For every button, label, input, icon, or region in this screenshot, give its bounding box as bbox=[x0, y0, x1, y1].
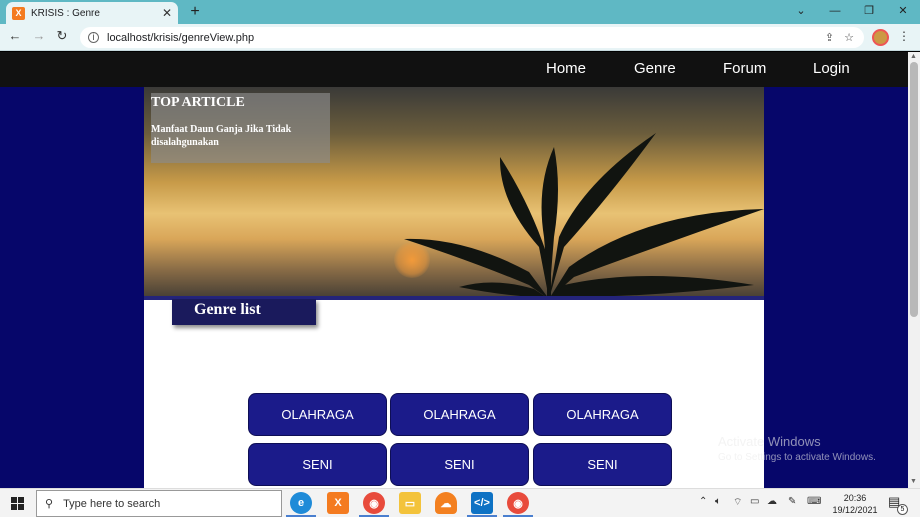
volume-icon[interactable]: 🔈︎ bbox=[715, 496, 721, 507]
window-controls: ⌄ — ❐ ✕ bbox=[784, 0, 920, 24]
browser-toolbar: ← → ↻ i localhost/krisis/genreView.php ⇪… bbox=[0, 24, 920, 51]
pen-icon[interactable]: ✎ bbox=[788, 496, 796, 507]
address-bar[interactable]: i localhost/krisis/genreView.php ⇪ ☆ bbox=[80, 27, 864, 48]
notification-count-badge: 5 bbox=[897, 504, 908, 515]
scrollbar-thumb[interactable] bbox=[910, 62, 918, 317]
url-text[interactable]: localhost/krisis/genreView.php bbox=[107, 32, 825, 44]
genre-button-olahraga[interactable]: OLAHRAGA bbox=[248, 393, 387, 436]
chrome-icon[interactable]: ◉ bbox=[507, 492, 529, 514]
menu-kebab-icon[interactable]: ⋮ bbox=[898, 29, 910, 43]
top-article-link[interactable]: Manfaat Daun Ganja Jika Tidak disalahgun… bbox=[151, 123, 330, 149]
restore-button[interactable]: ❐ bbox=[852, 0, 886, 24]
cloud-icon[interactable]: ☁ bbox=[435, 492, 457, 514]
onedrive-icon[interactable]: ☁ bbox=[767, 496, 777, 507]
windows-start-icon[interactable] bbox=[11, 497, 24, 510]
search-icon: ⚲ bbox=[45, 498, 54, 510]
genre-button-olahraga[interactable]: OLAHRAGA bbox=[533, 393, 672, 436]
tray-chevron-icon[interactable]: ⌃ bbox=[699, 496, 707, 507]
genre-button-seni[interactable]: SENI bbox=[248, 443, 387, 486]
nav-home-link[interactable]: Home bbox=[546, 60, 586, 77]
top-article-panel[interactable]: TOP ARTICLE Manfaat Daun Ganja Jika Tida… bbox=[151, 93, 330, 163]
watermark-subtitle: Go to Settings to activate Windows. bbox=[718, 452, 876, 463]
watermark-title: Activate Windows bbox=[718, 434, 821, 449]
browser-tabstrip: X KRISIS : Genre ✕ + ⌄ — ❐ ✕ bbox=[0, 0, 920, 24]
taskbar-search-box[interactable]: ⚲ Type here to search bbox=[36, 490, 282, 517]
wifi-icon[interactable]: ⌔ bbox=[733, 496, 742, 509]
close-window-button[interactable]: ✕ bbox=[886, 0, 920, 24]
page-viewport: Home Genre Forum Login TOP ARTICLE Manfa… bbox=[0, 52, 908, 488]
genre-list-heading: Genre list bbox=[172, 299, 316, 325]
minimize-button[interactable]: — bbox=[818, 0, 852, 24]
keyboard-icon[interactable]: ⌨ bbox=[807, 496, 821, 507]
nav-genre-link[interactable]: Genre bbox=[634, 60, 676, 77]
genre-button-olahraga[interactable]: OLAHRAGA bbox=[390, 393, 529, 436]
main-container: TOP ARTICLE Manfaat Daun Ganja Jika Tida… bbox=[144, 87, 764, 488]
activate-windows-watermark: Activate Windows Go to Settings to activ… bbox=[718, 434, 876, 463]
forward-arrow-icon[interactable]: → bbox=[30, 28, 48, 43]
back-arrow-icon[interactable]: ← bbox=[6, 28, 24, 43]
top-article-heading: TOP ARTICLE bbox=[151, 95, 245, 110]
vscode-icon[interactable]: </> bbox=[471, 492, 493, 514]
cannabis-leaf-image bbox=[404, 133, 764, 298]
nav-login-link[interactable]: Login bbox=[813, 60, 850, 77]
reload-icon[interactable]: ↻ bbox=[53, 28, 71, 44]
browser-tab[interactable]: X KRISIS : Genre ✕ bbox=[6, 2, 178, 24]
genre-button-seni[interactable]: SENI bbox=[533, 443, 672, 486]
taskbar-clock[interactable]: 20:36 19/12/2021 bbox=[832, 492, 878, 516]
chrome-icon[interactable]: ◉ bbox=[363, 492, 385, 514]
tab-title: KRISIS : Genre bbox=[31, 7, 100, 19]
new-tab-button[interactable]: + bbox=[186, 3, 204, 21]
clock-date: 19/12/2021 bbox=[832, 505, 878, 515]
windows-taskbar: ⚲ Type here to search e X ◉ ▭ ☁ </> ◉ ⌃ … bbox=[0, 488, 920, 517]
profile-avatar[interactable] bbox=[872, 29, 889, 46]
genre-button-seni[interactable]: SENI bbox=[390, 443, 529, 486]
edge-icon[interactable]: e bbox=[290, 492, 312, 514]
scroll-down-icon[interactable]: ▼ bbox=[910, 478, 917, 485]
nav-forum-link[interactable]: Forum bbox=[723, 60, 766, 77]
search-placeholder: Type here to search bbox=[63, 497, 161, 510]
file-explorer-icon[interactable]: ▭ bbox=[399, 492, 421, 514]
tab-close-icon[interactable]: ✕ bbox=[162, 6, 172, 20]
bookmark-star-icon[interactable]: ☆ bbox=[844, 31, 854, 44]
xampp-icon[interactable]: X bbox=[327, 492, 349, 514]
site-info-icon[interactable]: i bbox=[88, 32, 99, 43]
scroll-up-icon[interactable]: ▲ bbox=[910, 53, 917, 60]
clock-time: 20:36 bbox=[843, 493, 867, 503]
hero-banner: TOP ARTICLE Manfaat Daun Ganja Jika Tida… bbox=[144, 87, 764, 298]
site-navbar: Home Genre Forum Login bbox=[0, 52, 908, 87]
page-scrollbar[interactable]: ▲ ▼ bbox=[908, 52, 920, 488]
xampp-favicon-icon: X bbox=[12, 6, 25, 20]
battery-icon[interactable]: ▭ bbox=[750, 496, 759, 507]
tab-search-icon[interactable]: ⌄ bbox=[784, 0, 818, 24]
share-icon[interactable]: ⇪ bbox=[825, 31, 834, 44]
